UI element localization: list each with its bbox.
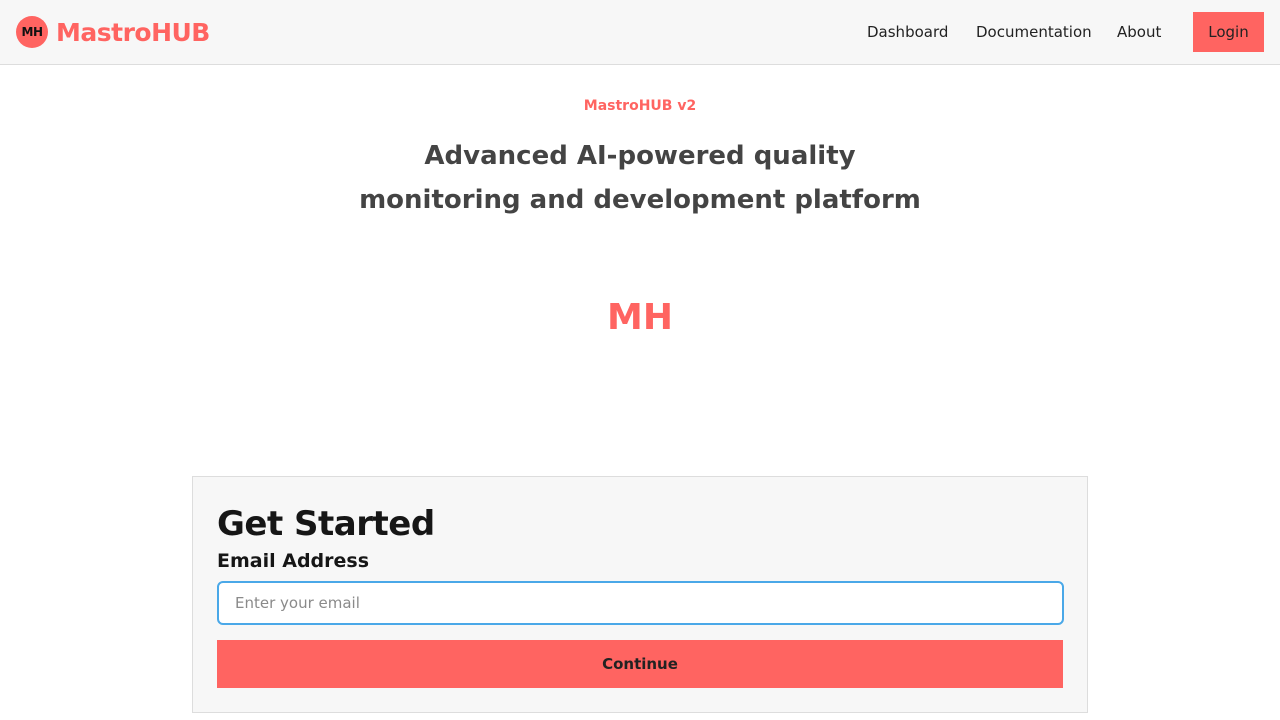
hero-logo-mark: MH xyxy=(607,297,673,338)
nav-link-documentation[interactable]: Documentation xyxy=(976,22,1092,42)
email-input[interactable] xyxy=(217,581,1064,625)
brand-name: MastroHUB xyxy=(56,17,210,47)
top-navbar: MH MastroHUB Dashboard Documentation Abo… xyxy=(0,0,1280,65)
nav-link-dashboard[interactable]: Dashboard xyxy=(867,22,948,42)
login-button[interactable]: Login xyxy=(1193,12,1264,52)
nav-link-about[interactable]: About xyxy=(1117,22,1161,42)
get-started-card: Get Started Email Address Continue xyxy=(192,476,1088,713)
hero-tagline: Advanced AI-powered quality monitoring a… xyxy=(359,141,921,215)
brand-badge: MH xyxy=(16,16,48,48)
brand-logo-link[interactable]: MH MastroHUB xyxy=(16,16,210,48)
card-title: Get Started xyxy=(217,504,435,544)
continue-button[interactable]: Continue xyxy=(217,640,1063,688)
email-label: Email Address xyxy=(217,550,370,572)
version-label: MastroHUB v2 xyxy=(583,98,697,114)
